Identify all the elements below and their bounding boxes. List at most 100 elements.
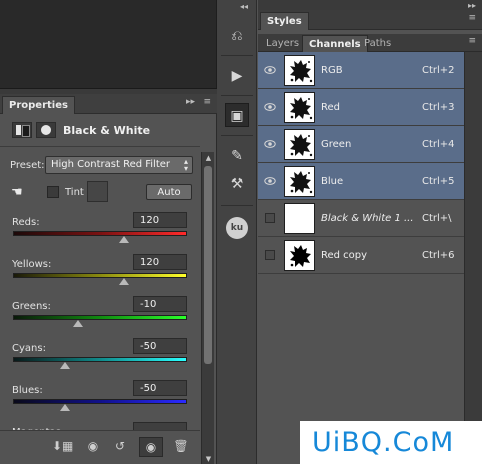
channel-name: RGB (321, 65, 343, 76)
history-icon[interactable]: ⎌ (225, 24, 249, 48)
dropdown-arrows-icon: ▴ ▾ (183, 157, 188, 173)
visibility-eye-icon[interactable] (264, 101, 276, 113)
channel-thumbnail (284, 129, 315, 160)
channel-shortcut: Ctrl+\ (422, 213, 452, 224)
tab-properties[interactable]: Properties (2, 96, 75, 114)
slider-value-input[interactable]: -50 (133, 380, 187, 396)
channel-name: Green (321, 139, 352, 150)
visibility-toggle[interactable] (265, 213, 275, 223)
separator (221, 135, 253, 136)
tab-layers[interactable]: Layers (260, 35, 305, 52)
channel-thumbnail (284, 92, 315, 123)
tab-styles[interactable]: Styles (260, 12, 309, 30)
slider-value-input[interactable]: -10 (133, 296, 187, 312)
preset-dropdown[interactable]: High Contrast Red Filter ▴ ▾ (45, 156, 193, 174)
adjustments-icon[interactable]: ▣ (225, 103, 249, 127)
channel-thumbnail (284, 203, 315, 234)
channel-name: Red (321, 102, 340, 113)
slider-row: Reds: 120 (0, 212, 200, 252)
brushes-icon[interactable]: ✎ (225, 144, 249, 168)
slider-label: Blues: (12, 385, 43, 396)
slider-thumb[interactable] (60, 362, 70, 369)
actions-play-icon[interactable]: ▶ (225, 64, 249, 88)
channel-row[interactable]: Red copy Ctrl+6 (258, 237, 464, 274)
tab-paths[interactable]: Paths (358, 35, 397, 52)
clip-to-layer-icon[interactable]: ⬇▦ (52, 439, 73, 455)
visibility-eye-icon[interactable]: ◉ (139, 437, 163, 457)
properties-tab-bar: Properties ▸▸ ≡ (0, 94, 217, 114)
separator (221, 55, 253, 56)
trash-icon[interactable]: 🗑 (172, 439, 190, 455)
visibility-eye-icon[interactable] (264, 64, 276, 76)
adjustment-header: Black & White (0, 114, 217, 146)
visibility-toggle[interactable] (265, 250, 275, 260)
channel-row[interactable]: Black & White 1 ... Ctrl+\ (258, 200, 464, 237)
properties-footer: ⬇▦ ◉ ↺ ◉ 🗑 (0, 430, 200, 464)
divider (0, 146, 200, 147)
channel-row[interactable]: Green Ctrl+4 (258, 126, 464, 163)
separator (221, 95, 253, 96)
panel-menu-icon[interactable]: ≡ (468, 36, 476, 46)
channel-thumbnail (284, 240, 315, 271)
ku-plugin-icon[interactable]: ku (226, 217, 248, 239)
document-canvas-area (0, 0, 217, 88)
channels-scrollbar[interactable] (464, 52, 482, 464)
channels-tab-bar: Layers Channels Paths ≡ (258, 34, 482, 52)
separator (221, 205, 253, 206)
adjustment-title: Black & White (63, 124, 151, 137)
channel-row[interactable]: RGB Ctrl+2 (258, 52, 464, 89)
adjustment-layer-icon[interactable] (12, 122, 32, 138)
view-previous-state-icon[interactable]: ◉ (84, 439, 102, 455)
tint-color-swatch[interactable] (87, 181, 108, 202)
slider-track[interactable] (13, 231, 187, 236)
scroll-up-arrow-icon[interactable]: ▲ (202, 152, 215, 164)
slider-row: Cyans: -50 (0, 338, 200, 378)
reset-icon[interactable]: ↺ (111, 439, 129, 455)
channels-list: RGB Ctrl+2 Red Ctrl+3 Green Ctrl+4 Blue Ctrl+5 B… (258, 52, 464, 464)
panel-icon-strip: ◂◂ ⎌ ▶ ▣ ✎ ⚒ ku (217, 0, 257, 464)
slider-value-input[interactable]: 120 (133, 254, 187, 270)
slider-track[interactable] (13, 315, 187, 320)
visibility-eye-icon[interactable] (264, 138, 276, 150)
channel-name: Blue (321, 176, 344, 187)
slider-label: Cyans: (12, 343, 46, 354)
channel-row[interactable]: Red Ctrl+3 (258, 89, 464, 126)
slider-row: Blues: -50 (0, 380, 200, 420)
preset-value: High Contrast Red Filter (51, 159, 171, 170)
slider-label: Greens: (12, 301, 51, 312)
scroll-down-arrow-icon[interactable]: ▼ (202, 453, 215, 464)
slider-thumb[interactable] (119, 278, 129, 285)
panel-menu-icon[interactable]: ≡ (203, 97, 211, 107)
tool-presets-icon[interactable]: ⚒ (225, 172, 249, 196)
slider-thumb[interactable] (119, 236, 129, 243)
slider-track[interactable] (13, 273, 187, 278)
dock-top-strip: ▸▸ (258, 0, 482, 10)
slider-value-input[interactable]: 120 (133, 212, 187, 228)
collapse-icon[interactable]: ▸▸ (468, 1, 476, 10)
tint-label: Tint (65, 187, 84, 198)
channel-shortcut: Ctrl+6 (422, 250, 455, 261)
channel-shortcut: Ctrl+2 (422, 65, 455, 76)
slider-label: Reds: (12, 217, 40, 228)
slider-row: Yellows: 120 (0, 254, 200, 294)
layer-mask-icon[interactable] (36, 122, 56, 138)
collapse-icon[interactable]: ◂◂ (240, 2, 248, 11)
channel-shortcut: Ctrl+4 (422, 139, 455, 150)
slider-thumb[interactable] (73, 320, 83, 327)
channel-thumbnail (284, 55, 315, 86)
visibility-eye-icon[interactable] (264, 175, 276, 187)
auto-button[interactable]: Auto (146, 184, 192, 200)
slider-track[interactable] (13, 357, 187, 362)
channel-row[interactable]: Blue Ctrl+5 (258, 163, 464, 200)
styles-tab-bar: Styles ≡ (258, 10, 482, 30)
slider-value-input[interactable]: -50 (133, 338, 187, 354)
slider-thumb[interactable] (60, 404, 70, 411)
panel-menu-icon[interactable]: ≡ (468, 13, 476, 23)
slider-track[interactable] (13, 399, 187, 404)
properties-scrollbar[interactable]: ▲ ▼ (201, 152, 214, 464)
channel-shortcut: Ctrl+3 (422, 102, 455, 113)
collapse-panel-icon[interactable]: ▸▸ (186, 97, 195, 107)
targeted-adjustment-hand-icon[interactable]: ☚ (11, 185, 27, 201)
scroll-thumb[interactable] (204, 166, 212, 364)
tint-checkbox[interactable] (47, 186, 59, 198)
